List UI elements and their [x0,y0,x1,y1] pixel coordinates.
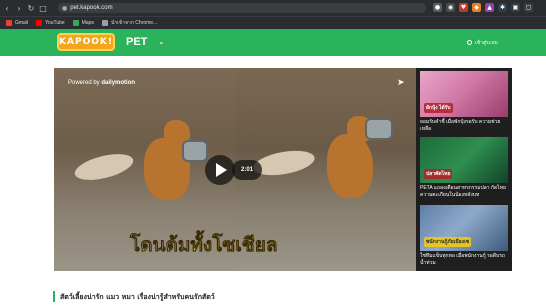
extension-icons: ● ◉ ♥ ◆ ▲ ✱ ▣ ▢ [433,3,533,12]
video-caption: โดนต้มทั้งโซเชียล [130,234,278,257]
maps-icon [72,20,79,26]
extension-icon[interactable]: ◆ [472,3,481,12]
related-thumbnail[interactable]: พนักงานกู้ภัยเมืองเซ [420,205,508,251]
section-title-pet[interactable]: PET [126,36,147,48]
profile-icon[interactable]: ● [433,3,442,12]
url-text: pet.kapook.com [70,5,113,11]
bookmarks-bar: Gmail YouTube Maps นำเข้าจาก Chrome... [0,16,546,29]
address-bar[interactable]: ● pet.kapook.com [58,3,426,13]
extension-icon[interactable]: ◉ [446,3,455,12]
related-video-item[interactable]: พนักงานกู้ภัยเมืองเซ ใช่ทีมแข็บทุกหอ เมื… [420,205,508,267]
sidepanel-icon[interactable]: ▣ [511,3,520,12]
forward-icon[interactable]: › [14,4,24,13]
related-thumbnail[interactable]: ผักบุ้ง ได้รับ [420,71,508,117]
play-icon [216,163,227,177]
bookmark-import[interactable]: นำเข้าจาก Chrome... [101,19,157,27]
dog-shape [327,134,373,198]
related-video-item[interactable]: ผักบุ้ง ได้รับ ยอมรับคำชี้ เมื่อพักบุ้งร… [420,71,508,133]
section-accent-bar [53,291,55,302]
lock-icon: ● [62,4,68,12]
related-title[interactable]: PETA แถลงเตือนสาหรกรรมปลา กัดไทย ความตะเ… [420,185,508,199]
youtube-icon [36,20,43,26]
reload-icon[interactable]: ↻ [26,4,36,13]
bucket-shape [182,140,208,162]
chevron-down-icon[interactable]: ⌄ [158,37,165,46]
extension-icon[interactable]: ♥ [459,3,468,12]
related-thumbnail[interactable]: ปลาคัดไทย [420,137,508,183]
share-icon[interactable]: ➤ [397,78,405,88]
related-videos: ผักบุ้ง ได้รับ ยอมรับคำชี้ เมื่อพักบุ้งร… [420,71,508,268]
section-heading: สัตว์เลี้ยงน่ารัก แมว หมา เรื่องน่ารู้สำ… [60,293,215,301]
kapook-logo[interactable]: KAPOOK! [57,33,115,51]
dailymotion-credit: Powered by dailymotion [68,80,136,86]
gmail-icon [6,20,12,26]
extension-icon[interactable]: ▲ [485,3,494,12]
cat-shape [251,146,317,180]
video-duration: 2:01 [232,160,262,180]
bookmark-youtube[interactable]: YouTube [36,20,65,26]
bookmark-maps[interactable]: Maps [72,20,94,26]
login-link[interactable]: เข้าสู่ระบบ [475,39,498,47]
puzzle-icon[interactable]: ✱ [498,3,507,12]
play-button[interactable] [205,155,235,185]
user-icon[interactable] [467,40,472,45]
related-title[interactable]: ใช่ทีมแข็บทุกหอ เมื่อพนักงานกู้ รอดีบรถน… [420,253,508,267]
related-title[interactable]: ยอมรับคำชี้ เมื่อพักบุ้งรอรับ ความช่วยเห… [420,119,508,133]
cat-shape [72,149,136,185]
tab-icon[interactable]: □ [38,4,48,13]
site-header: KAPOOK! PET ⌄ เข้าสู่ระบบ [0,29,546,56]
window-icon[interactable]: ▢ [524,3,533,12]
related-video-item[interactable]: ปลาคัดไทย PETA แถลงเตือนสาหรกรรมปลา กัดไ… [420,137,508,199]
back-icon[interactable]: ‹ [2,4,12,13]
bookmark-gmail[interactable]: Gmail [6,20,28,26]
bucket-shape [365,118,393,140]
video-player[interactable]: Powered by dailymotion ➤ 2:01 โดนต้มทั้ง… [54,68,416,271]
browser-toolbar: ‹ › ↻ □ ● pet.kapook.com ● ◉ ♥ ◆ ▲ ✱ ▣ ▢ [0,0,546,16]
video-panel: Powered by dailymotion ➤ 2:01 โดนต้มทั้ง… [54,68,512,271]
folder-icon [101,20,108,26]
